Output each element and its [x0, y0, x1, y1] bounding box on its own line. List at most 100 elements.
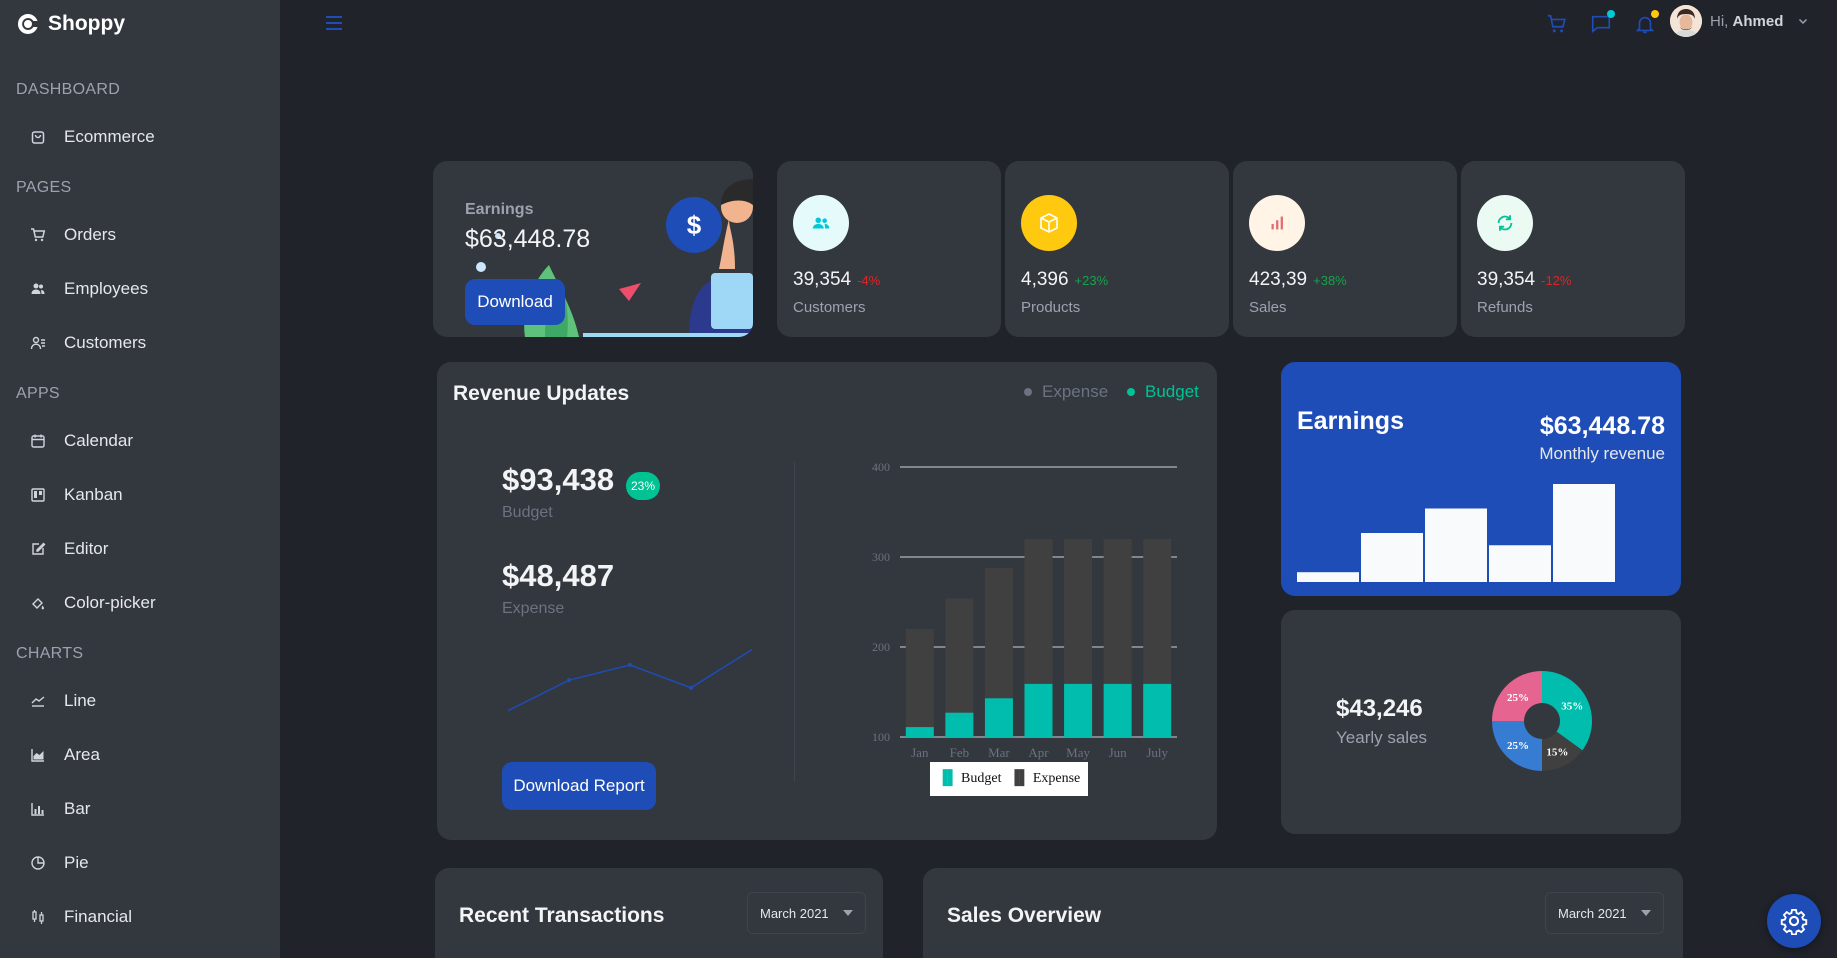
financial-icon — [28, 907, 48, 927]
pie-label: 25% — [1507, 740, 1529, 752]
stat-label: Customers — [793, 299, 866, 316]
expense-label: Expense — [502, 600, 565, 617]
area-chart-icon — [28, 745, 48, 765]
sidebar-item-financial[interactable]: Financial — [16, 895, 264, 939]
revenue-bar-chart: 100 200 300 400 Jan Feb Mar Apr May Jun July — [872, 460, 1177, 760]
download-report-button[interactable]: Download Report — [502, 762, 656, 810]
brand-logo[interactable]: Shoppy — [16, 12, 125, 36]
stat-card-customers: 39,354 -4% Customers — [777, 161, 1001, 337]
sidebar-item-editor[interactable]: Editor — [16, 527, 264, 571]
stat-label: Products — [1021, 299, 1081, 316]
sidebar-item-area[interactable]: Area — [16, 733, 264, 777]
bar-chart-icon — [28, 799, 48, 819]
legend-item-budget[interactable]: ▐▌ Budget — [938, 771, 1002, 787]
bar-budget — [1143, 683, 1172, 737]
y-tick-label: 300 — [872, 550, 890, 564]
yearly-sales-value: $43,246 — [1336, 695, 1423, 722]
sparkline-point — [567, 678, 571, 683]
legend-item-expense[interactable]: ▐▌ Expense — [1010, 771, 1081, 787]
notification-button[interactable] — [1631, 10, 1659, 38]
caret-down-icon — [1640, 910, 1651, 916]
stat-percent: -12% — [1541, 273, 1572, 288]
sidebar-item-label: Area — [64, 745, 100, 764]
earnings-panel-subtitle: Monthly revenue — [1539, 444, 1665, 463]
bar-legend-icon: ▐▌ — [1009, 771, 1030, 786]
x-tick-label: Jan — [911, 745, 929, 760]
y-tick-label: 400 — [872, 460, 890, 474]
stat-card-refunds: 39,354 -12% Refunds — [1461, 161, 1685, 337]
sidebar-item-label: Color-picker — [64, 593, 156, 612]
cart-button[interactable] — [1543, 10, 1571, 38]
dollar-button[interactable]: $ — [666, 197, 722, 253]
pie-label: 15% — [1546, 746, 1568, 758]
sidebar-item-label: Kanban — [64, 485, 123, 504]
sidebar-item-label: Customers — [64, 333, 147, 352]
budget-value: $93,438 — [502, 462, 615, 497]
customers-icon[interactable] — [793, 195, 849, 251]
calendar-icon — [28, 431, 48, 451]
chat-notification-dot — [1607, 10, 1615, 18]
sidebar-item-label: Editor — [64, 539, 109, 558]
revenue-bar — [1361, 533, 1423, 582]
legend-budget[interactable]: Budget — [1127, 382, 1199, 402]
pie-label: 25% — [1507, 692, 1529, 704]
pie-chart-icon — [28, 853, 48, 873]
download-button[interactable]: Download — [465, 279, 565, 325]
employees-icon — [28, 279, 48, 299]
stat-value: 39,354 -4% — [793, 269, 881, 290]
sparkline-series — [507, 649, 753, 712]
sidebar-item-calendar[interactable]: Calendar — [16, 419, 264, 463]
legend-expense[interactable]: Expense — [1024, 382, 1108, 402]
shopping-bag-icon — [28, 127, 48, 147]
sidebar-item-line[interactable]: Line — [16, 679, 264, 723]
revenue-bar — [1297, 572, 1359, 582]
y-tick-label: 200 — [872, 640, 890, 654]
sales-month-select[interactable]: March 2021 — [1545, 892, 1664, 934]
sidebar-item-label: Ecommerce — [64, 127, 155, 146]
bar-budget — [1103, 683, 1132, 737]
yearly-sales-pie: 35% 15% 25% 25% — [1492, 671, 1592, 771]
bar-chart-icon[interactable] — [1249, 195, 1305, 251]
chevron-down-icon — [1799, 18, 1808, 25]
cart-icon — [28, 225, 48, 245]
sidebar-item-customers[interactable]: Customers — [16, 321, 264, 365]
section-title-dashboard: DASHBOARD — [16, 81, 121, 98]
sidebar-item-kanban[interactable]: Kanban — [16, 473, 264, 517]
x-tick-label: Jun — [1109, 745, 1128, 760]
sparkline-chart — [507, 649, 753, 712]
section-title-pages: PAGES — [16, 179, 72, 196]
refresh-icon[interactable] — [1477, 195, 1533, 251]
bar-chart-legend: ▐▌ Budget ▐▌ Expense — [930, 762, 1088, 796]
select-value: March 2021 — [1558, 905, 1627, 921]
x-tick-label: Apr — [1028, 745, 1049, 760]
box-icon[interactable] — [1021, 195, 1077, 251]
sidebar-item-label: Orders — [64, 225, 116, 244]
chat-button[interactable] — [1587, 10, 1615, 38]
customers-icon — [28, 333, 48, 353]
menu-toggle-button[interactable] — [322, 12, 346, 34]
bell-notification-dot — [1651, 10, 1659, 18]
x-tick-label: May — [1066, 745, 1090, 760]
settings-button[interactable] — [1767, 894, 1821, 948]
legend-label: Expense — [1042, 382, 1109, 401]
sidebar-item-color-picker[interactable]: Color-picker — [16, 581, 264, 625]
yearly-sales-card: $43,246 Yearly sales 35% 15% 25% 25% — [1281, 610, 1681, 834]
sidebar-item-ecommerce[interactable]: Ecommerce — [16, 115, 264, 159]
yearly-sales-label: Yearly sales — [1336, 728, 1428, 747]
select-value: March 2021 — [760, 905, 829, 921]
stat-percent: +23% — [1074, 273, 1109, 288]
sidebar-item-pie[interactable]: Pie — [16, 841, 264, 885]
sidebar-item-bar[interactable]: Bar — [16, 787, 264, 831]
pie-label: 35% — [1561, 701, 1583, 713]
legend-dot — [1024, 388, 1032, 396]
sidebar-item-employees[interactable]: Employees — [16, 267, 264, 311]
bar-budget — [1024, 683, 1053, 737]
monthly-revenue-chart — [1297, 484, 1615, 582]
stat-value: 39,354 -12% — [1477, 269, 1572, 290]
user-profile-menu[interactable]: Hi, Ahmed — [1670, 5, 1809, 37]
stat-label: Sales — [1249, 299, 1287, 316]
bar-budget — [905, 727, 934, 737]
transactions-month-select[interactable]: March 2021 — [747, 892, 866, 934]
user-name: Ahmed — [1732, 12, 1784, 30]
sidebar-item-orders[interactable]: Orders — [16, 213, 264, 257]
